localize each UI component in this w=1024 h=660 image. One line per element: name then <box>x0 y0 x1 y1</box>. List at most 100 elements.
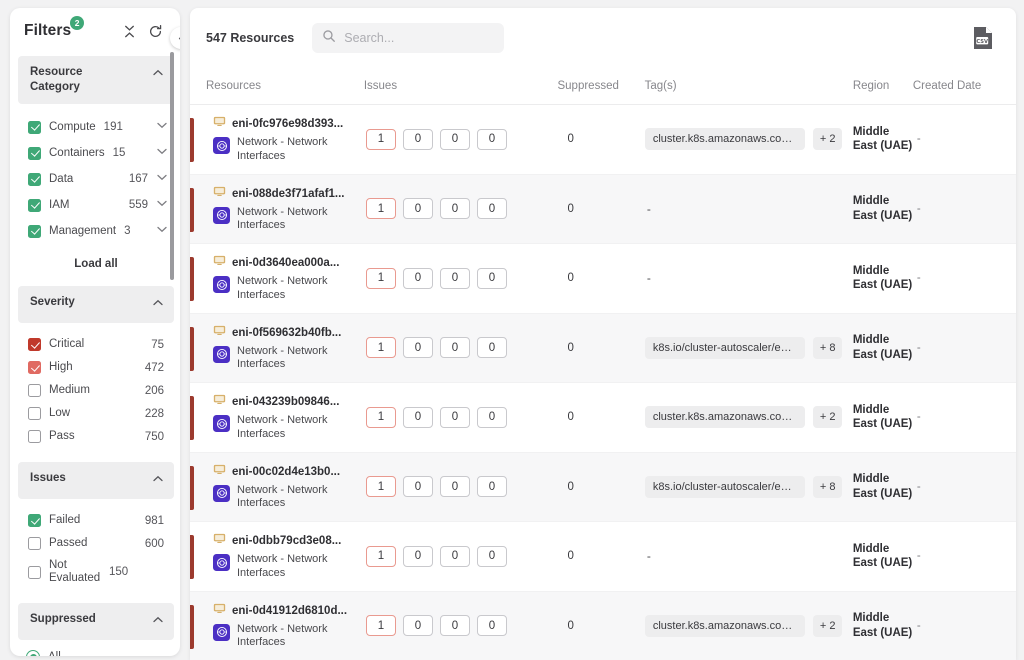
filter-option-pass[interactable]: Pass 750 <box>26 425 170 448</box>
csv-export-icon[interactable]: CSV <box>973 26 994 50</box>
issue-count-2[interactable]: 0 <box>440 615 470 636</box>
issue-count-0[interactable]: 1 <box>366 129 396 150</box>
issue-count-3[interactable]: 0 <box>477 337 507 358</box>
checkbox-passed[interactable] <box>28 537 41 550</box>
issue-count-3[interactable]: 0 <box>477 615 507 636</box>
checkbox-medium[interactable] <box>28 384 41 397</box>
filter-option-passed[interactable]: Passed 600 <box>26 532 170 555</box>
issue-count-2[interactable]: 0 <box>440 476 470 497</box>
issue-count-2[interactable]: 0 <box>440 546 470 567</box>
filter-option-low[interactable]: Low 228 <box>26 402 170 425</box>
filter-option-containers[interactable]: Containers 15 <box>26 140 170 166</box>
issue-count-1[interactable]: 0 <box>403 198 433 219</box>
filter-option-failed[interactable]: Failed 981 <box>26 509 170 532</box>
checkbox-low[interactable] <box>28 407 41 420</box>
issue-count-3[interactable]: 0 <box>477 268 507 289</box>
table-row[interactable]: eni-043239b09846...Network - Network Int… <box>190 383 1016 453</box>
filter-option-iam[interactable]: IAM 559 <box>26 192 170 218</box>
table-row[interactable]: eni-0f569632b40fb...Network - Network In… <box>190 314 1016 384</box>
filter-section-resource-category[interactable]: Resource Category <box>18 56 174 104</box>
tag-more-badge[interactable]: + 8 <box>813 476 843 498</box>
checkbox-data[interactable] <box>28 173 41 186</box>
issue-count-1[interactable]: 0 <box>403 615 433 636</box>
resource-id[interactable]: eni-00c02d4e13b0... <box>232 466 340 478</box>
chevron-down-icon[interactable] <box>156 144 168 162</box>
checkbox-critical[interactable] <box>28 338 41 351</box>
collapse-all-icon[interactable] <box>121 23 138 40</box>
checkbox-pass[interactable] <box>28 430 41 443</box>
issue-count-0[interactable]: 1 <box>366 198 396 219</box>
table-row[interactable]: eni-0d3640ea000a...Network - Network Int… <box>190 244 1016 314</box>
checkbox-iam[interactable] <box>28 199 41 212</box>
issue-count-1[interactable]: 0 <box>403 407 433 428</box>
checkbox-failed[interactable] <box>28 514 41 527</box>
resource-id[interactable]: eni-0d3640ea000a... <box>232 257 339 269</box>
filter-option-compute[interactable]: Compute 191 <box>26 114 170 140</box>
sidebar-scrollbar-thumb[interactable] <box>170 52 174 280</box>
tag-chip[interactable]: cluster.k8s.amazonaws.com/na... <box>645 615 805 637</box>
tag-chip[interactable]: cluster.k8s.amazonaws.com/na... <box>645 406 805 428</box>
filter-option-data[interactable]: Data 167 <box>26 166 170 192</box>
load-all-button[interactable]: Load all <box>18 252 174 280</box>
filter-option-not-evaluated[interactable]: Not Evaluated 150 <box>26 555 170 589</box>
issue-count-0[interactable]: 1 <box>366 407 396 428</box>
issue-count-2[interactable]: 0 <box>440 407 470 428</box>
filter-section-issues[interactable]: Issues <box>18 462 174 499</box>
issue-count-1[interactable]: 0 <box>403 476 433 497</box>
checkbox-compute[interactable] <box>28 121 41 134</box>
table-row[interactable]: eni-0dbb79cd3e08...Network - Network Int… <box>190 522 1016 592</box>
checkbox-not-evaluated[interactable] <box>28 566 41 579</box>
issue-count-2[interactable]: 0 <box>440 337 470 358</box>
filter-section-suppressed[interactable]: Suppressed <box>18 603 174 640</box>
issue-count-2[interactable]: 0 <box>440 198 470 219</box>
issue-count-3[interactable]: 0 <box>477 476 507 497</box>
search-input[interactable] <box>344 31 494 45</box>
issue-count-0[interactable]: 1 <box>366 337 396 358</box>
issue-count-2[interactable]: 0 <box>440 268 470 289</box>
checkbox-management[interactable] <box>28 225 41 238</box>
issue-count-1[interactable]: 0 <box>403 268 433 289</box>
resource-id[interactable]: eni-043239b09846... <box>232 396 339 408</box>
issue-count-1[interactable]: 0 <box>403 546 433 567</box>
tag-more-badge[interactable]: + 8 <box>813 337 843 359</box>
issue-count-1[interactable]: 0 <box>403 129 433 150</box>
checkbox-high[interactable] <box>28 361 41 374</box>
issue-count-2[interactable]: 0 <box>440 129 470 150</box>
chevron-down-icon[interactable] <box>156 118 168 136</box>
table-row[interactable]: eni-0fc976e98d393...Network - Network In… <box>190 105 1016 175</box>
filter-option-management[interactable]: Management 3 <box>26 218 170 244</box>
resource-id[interactable]: eni-088de3f71afaf1... <box>232 188 345 200</box>
issue-count-3[interactable]: 0 <box>477 407 507 428</box>
resource-id[interactable]: eni-0fc976e98d393... <box>232 118 343 130</box>
filter-option-medium[interactable]: Medium 206 <box>26 379 170 402</box>
issue-count-0[interactable]: 1 <box>366 615 396 636</box>
filter-section-severity[interactable]: Severity <box>18 286 174 323</box>
tag-chip[interactable]: k8s.io/cluster-autoscaler/enabl... <box>645 476 805 498</box>
chevron-down-icon[interactable] <box>156 170 168 188</box>
filter-option-high[interactable]: High 472 <box>26 356 170 379</box>
chevron-down-icon[interactable] <box>156 222 168 240</box>
tag-chip[interactable]: cluster.k8s.amazonaws.com/na... <box>645 128 805 150</box>
issue-count-3[interactable]: 0 <box>477 546 507 567</box>
checkbox-containers[interactable] <box>28 147 41 160</box>
resource-id[interactable]: eni-0f569632b40fb... <box>232 327 341 339</box>
tag-more-badge[interactable]: + 2 <box>813 615 843 637</box>
resource-id[interactable]: eni-0dbb79cd3e08... <box>232 535 341 547</box>
tag-more-badge[interactable]: + 2 <box>813 128 843 150</box>
tag-more-badge[interactable]: + 2 <box>813 406 843 428</box>
filter-option-critical[interactable]: Critical 75 <box>26 333 170 356</box>
issue-count-1[interactable]: 0 <box>403 337 433 358</box>
issue-count-0[interactable]: 1 <box>366 268 396 289</box>
table-row[interactable]: eni-0d41912d6810d...Network - Network In… <box>190 592 1016 660</box>
table-row[interactable]: eni-00c02d4e13b0...Network - Network Int… <box>190 453 1016 523</box>
issue-count-0[interactable]: 1 <box>366 476 396 497</box>
search-box[interactable] <box>312 23 504 53</box>
issue-count-3[interactable]: 0 <box>477 198 507 219</box>
chevron-down-icon[interactable] <box>156 196 168 214</box>
filter-option-suppressed-all[interactable]: All <box>18 640 174 656</box>
issue-count-3[interactable]: 0 <box>477 129 507 150</box>
refresh-icon[interactable] <box>147 23 164 40</box>
issue-count-0[interactable]: 1 <box>366 546 396 567</box>
radio-suppressed-all[interactable] <box>26 650 40 656</box>
tag-chip[interactable]: k8s.io/cluster-autoscaler/enabl... <box>645 337 805 359</box>
